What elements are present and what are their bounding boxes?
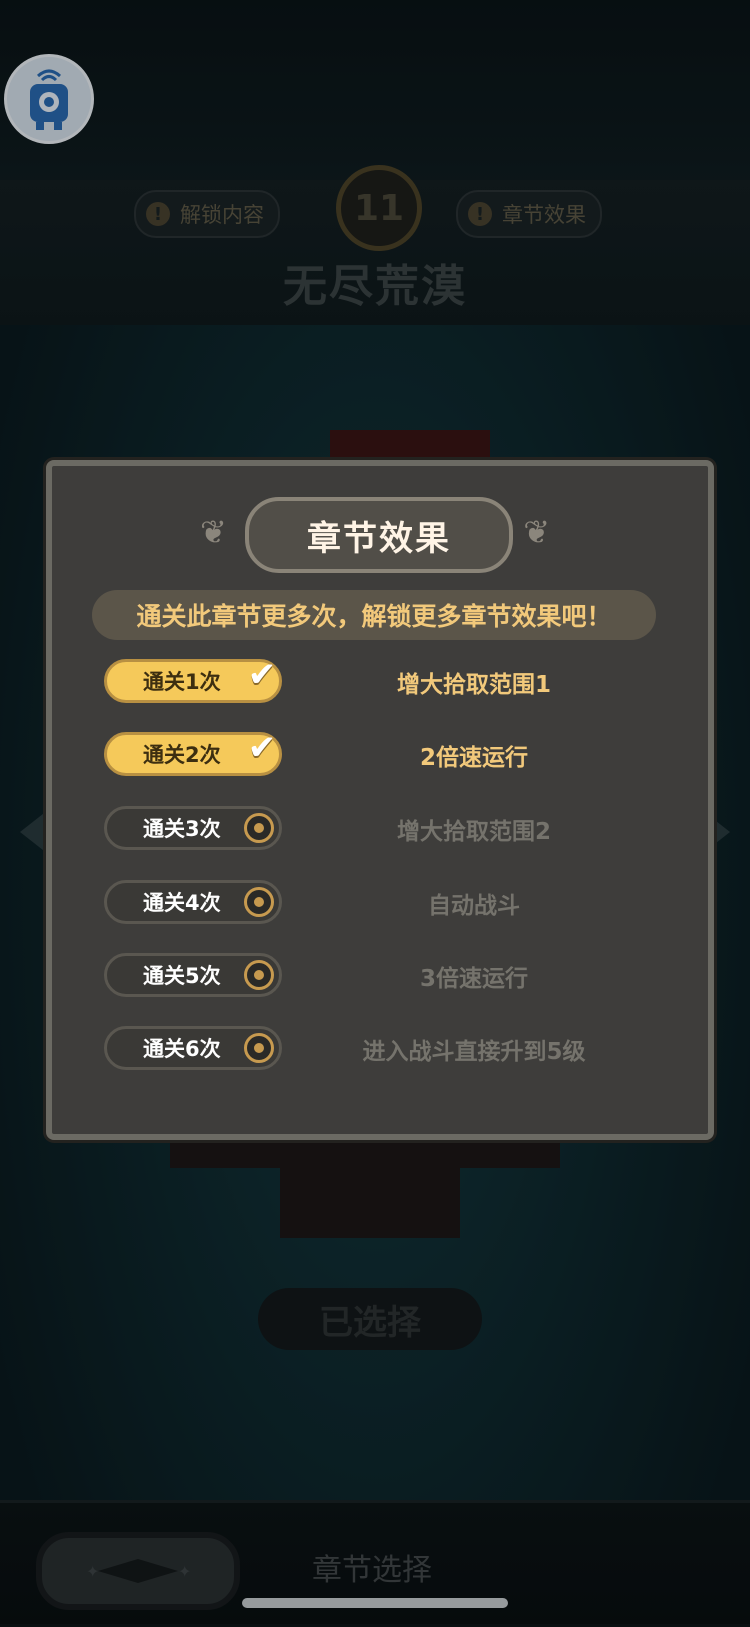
effect-label: 进入战斗直接升到5级	[362, 1039, 586, 1065]
effect-row: 通关3次 增大拾取范围2	[104, 806, 682, 854]
clear-count-label: 通关2次	[143, 743, 221, 767]
effect-row: 通关6次 进入战斗直接升到5级	[104, 1026, 682, 1074]
effect-label: 增大拾取范围1	[396, 672, 551, 698]
ring-icon	[244, 887, 274, 917]
clear-count-label: 通关3次	[143, 817, 221, 841]
effect-label: 2倍速运行	[419, 745, 528, 771]
ring-icon	[244, 960, 274, 990]
clear-count-label: 通关5次	[143, 964, 221, 988]
effect-row: 通关1次 ✔ 增大拾取范围1	[104, 655, 682, 707]
ornament-left-icon: ❦	[200, 513, 227, 551]
panel-header: ❦ 章节效果 ❦	[200, 493, 550, 573]
check-icon: ✔	[247, 728, 277, 768]
effect-label: 3倍速运行	[419, 966, 528, 992]
clear-count-label: 通关6次	[143, 1037, 221, 1061]
clear-count-label: 通关4次	[143, 891, 221, 915]
effect-label: 自动战斗	[428, 893, 520, 919]
ring-icon	[244, 813, 274, 843]
panel-title: 章节效果	[245, 497, 513, 573]
ornament-right-icon: ❦	[523, 513, 550, 551]
effect-row: 通关4次 自动战斗	[104, 880, 682, 928]
ring-icon	[244, 1033, 274, 1063]
clear-count-label: 通关1次	[143, 670, 221, 694]
panel-subtitle: 通关此章节更多次，解锁更多章节效果吧！	[92, 590, 656, 640]
effect-label: 增大拾取范围2	[396, 819, 551, 845]
check-icon: ✔	[247, 655, 277, 695]
effect-row: 通关5次 3倍速运行	[104, 953, 682, 1001]
effect-row: 通关2次 ✔ 2倍速运行	[104, 728, 682, 780]
